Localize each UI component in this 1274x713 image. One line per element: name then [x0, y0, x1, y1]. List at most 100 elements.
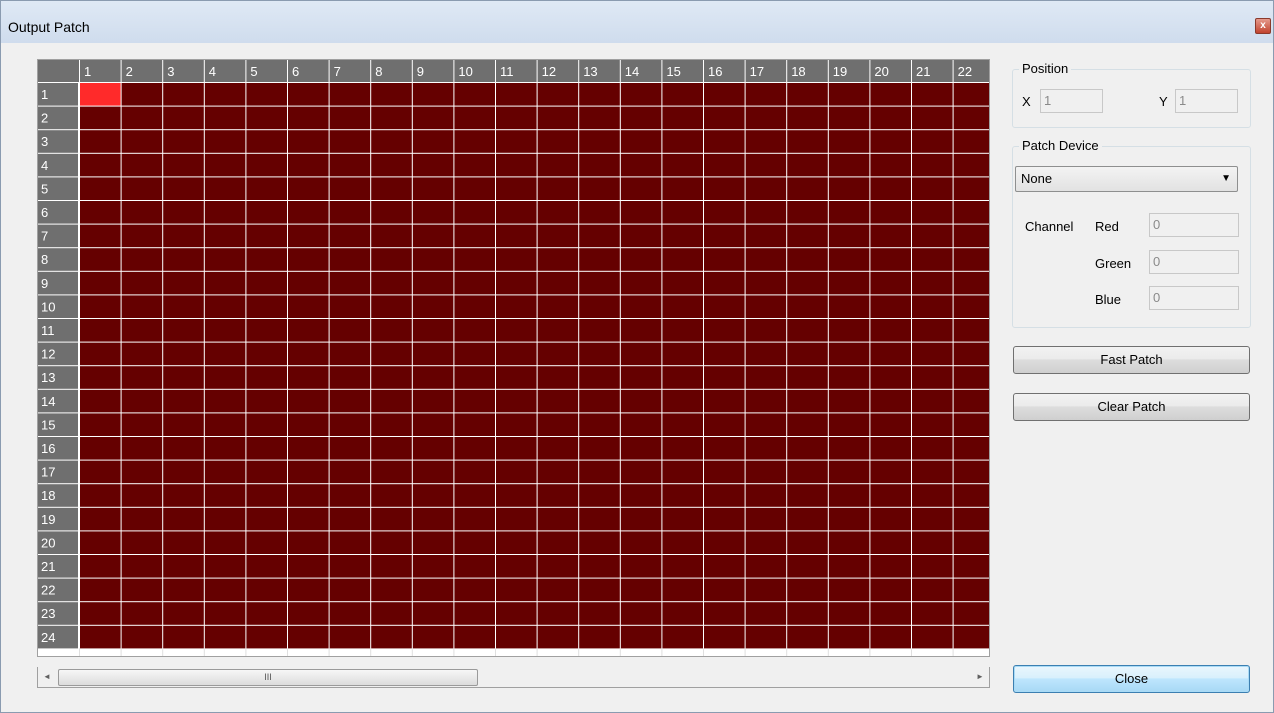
patch-cell[interactable]	[620, 106, 662, 130]
patch-grid-canvas[interactable]: 1 2 3 4 5 6 7 8 9 10 11 12 13 14 15 16 17 18 19 20 21 2212345…	[38, 60, 989, 657]
patch-cell[interactable]	[620, 177, 662, 200]
patch-cell[interactable]	[912, 224, 953, 248]
patch-cell[interactable]	[537, 437, 579, 460]
patch-cell[interactable]	[454, 83, 495, 106]
patch-cell[interactable]	[288, 106, 329, 130]
patch-cell[interactable]	[787, 389, 828, 413]
patch-cell[interactable]	[953, 507, 989, 531]
patch-cell[interactable]	[246, 602, 287, 625]
patch-cell[interactable]	[870, 177, 911, 200]
patch-cell[interactable]	[912, 460, 953, 484]
patch-cell[interactable]	[454, 437, 495, 460]
patch-cell[interactable]	[288, 271, 329, 295]
patch-cell[interactable]	[828, 201, 870, 224]
patch-cell[interactable]	[121, 271, 163, 295]
patch-cell[interactable]	[620, 531, 662, 554]
patch-cell[interactable]	[163, 319, 204, 342]
patch-cell[interactable]	[288, 507, 329, 531]
patch-cell[interactable]	[329, 106, 371, 130]
patch-cell[interactable]	[246, 578, 287, 602]
patch-cell[interactable]	[412, 625, 454, 649]
patch-cell[interactable]	[246, 484, 287, 507]
patch-cell[interactable]	[704, 555, 745, 578]
patch-cell[interactable]	[412, 507, 454, 531]
patch-cell[interactable]	[454, 389, 495, 413]
blue-channel-field[interactable]: 0	[1149, 286, 1239, 310]
patch-cell[interactable]	[912, 153, 953, 177]
patch-cell[interactable]	[204, 578, 246, 602]
patch-cell[interactable]	[620, 437, 662, 460]
patch-cell[interactable]	[870, 578, 911, 602]
patch-cell[interactable]	[288, 83, 329, 106]
patch-cell[interactable]	[246, 413, 287, 436]
patch-cell[interactable]	[912, 248, 953, 271]
patch-cell[interactable]	[579, 507, 620, 531]
patch-cell[interactable]	[537, 555, 579, 578]
patch-cell[interactable]	[745, 437, 787, 460]
patch-cell[interactable]	[953, 224, 989, 248]
patch-cell[interactable]	[787, 224, 828, 248]
patch-cell[interactable]	[620, 271, 662, 295]
patch-cell[interactable]	[412, 224, 454, 248]
patch-cell[interactable]	[246, 130, 287, 153]
patch-cell[interactable]	[454, 413, 495, 436]
patch-cell[interactable]	[537, 602, 579, 625]
patch-cell[interactable]	[121, 177, 163, 200]
patch-cell[interactable]	[787, 507, 828, 531]
patch-cell[interactable]	[288, 201, 329, 224]
patch-cell[interactable]	[579, 531, 620, 554]
patch-cell[interactable]	[537, 271, 579, 295]
patch-cell[interactable]	[704, 602, 745, 625]
patch-cell[interactable]	[787, 555, 828, 578]
patch-cell[interactable]	[204, 83, 246, 106]
patch-cell[interactable]	[204, 389, 246, 413]
patch-cell[interactable]	[579, 342, 620, 366]
patch-cell[interactable]	[620, 484, 662, 507]
patch-cell[interactable]	[662, 507, 703, 531]
patch-cell[interactable]	[204, 460, 246, 484]
patch-cell[interactable]	[662, 602, 703, 625]
patch-cell[interactable]	[204, 602, 246, 625]
patch-cell[interactable]	[537, 531, 579, 554]
patch-cell[interactable]	[828, 531, 870, 554]
patch-cell[interactable]	[371, 271, 412, 295]
patch-cell[interactable]	[454, 295, 495, 318]
patch-cell[interactable]	[912, 437, 953, 460]
patch-cell[interactable]	[912, 366, 953, 389]
patch-cell[interactable]	[870, 224, 911, 248]
patch-cell[interactable]	[870, 248, 911, 271]
patch-cell[interactable]	[745, 83, 787, 106]
patch-cell[interactable]	[870, 319, 911, 342]
patch-cell[interactable]	[870, 106, 911, 130]
patch-cell[interactable]	[953, 342, 989, 366]
patch-cell[interactable]	[745, 342, 787, 366]
patch-cell[interactable]	[496, 484, 537, 507]
patch-cell[interactable]	[246, 295, 287, 318]
patch-cell[interactable]	[371, 130, 412, 153]
patch-cell[interactable]	[329, 153, 371, 177]
patch-cell[interactable]	[745, 389, 787, 413]
patch-cell[interactable]	[329, 531, 371, 554]
patch-cell[interactable]	[371, 224, 412, 248]
patch-cell[interactable]	[246, 460, 287, 484]
patch-cell[interactable]	[204, 437, 246, 460]
patch-cell[interactable]	[496, 578, 537, 602]
patch-cell[interactable]	[454, 507, 495, 531]
patch-cell[interactable]	[121, 248, 163, 271]
patch-cell[interactable]	[496, 413, 537, 436]
patch-cell[interactable]	[371, 555, 412, 578]
patch-cell[interactable]	[288, 319, 329, 342]
patch-cell[interactable]	[246, 625, 287, 649]
patch-cell[interactable]	[371, 578, 412, 602]
patch-cell[interactable]	[496, 342, 537, 366]
patch-cell[interactable]	[579, 366, 620, 389]
patch-cell[interactable]	[329, 484, 371, 507]
patch-cell[interactable]	[288, 578, 329, 602]
patch-cell[interactable]	[953, 555, 989, 578]
patch-cell[interactable]	[912, 106, 953, 130]
patch-cell[interactable]	[745, 224, 787, 248]
patch-cell[interactable]	[80, 531, 121, 554]
patch-cell[interactable]	[953, 271, 989, 295]
patch-cell[interactable]	[288, 413, 329, 436]
patch-cell[interactable]	[953, 130, 989, 153]
